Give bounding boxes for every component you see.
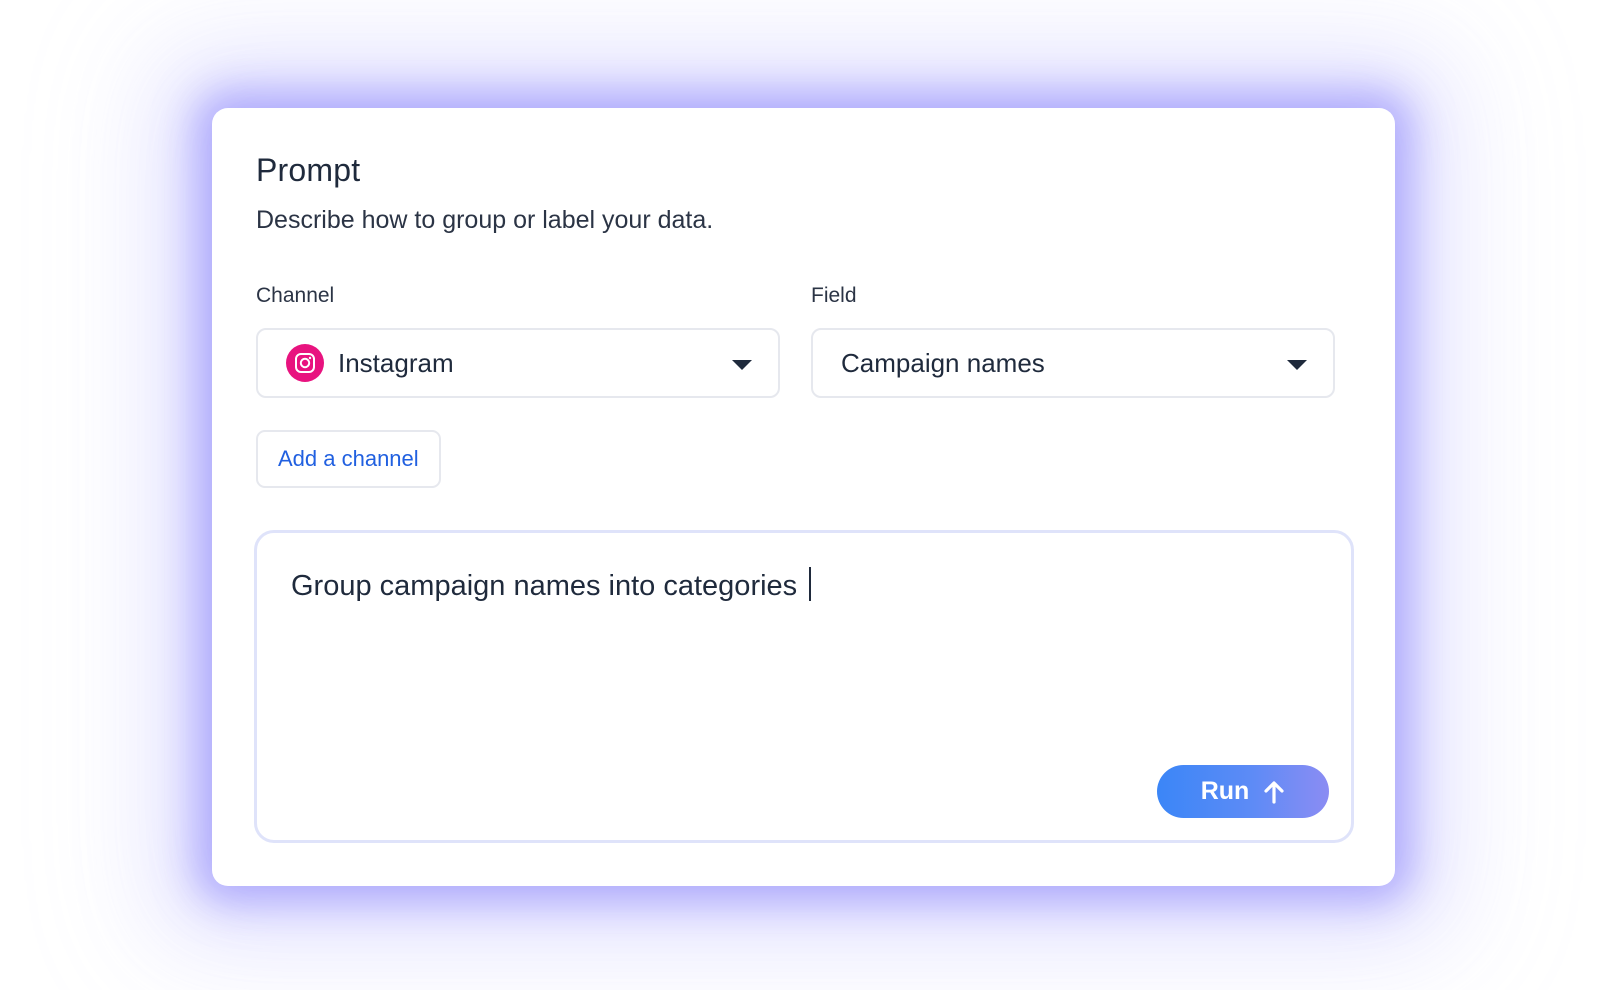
field-label: Field: [811, 284, 857, 307]
stage: Prompt Describe how to group or label yo…: [0, 0, 1600, 990]
text-cursor: [809, 567, 812, 601]
instagram-icon: [286, 344, 324, 382]
prompt-panel: Prompt Describe how to group or label yo…: [212, 108, 1395, 886]
prompt-text-wrapper: Group campaign names into categories: [291, 567, 812, 603]
channel-select[interactable]: Instagram: [256, 328, 780, 398]
field-selected-value: Campaign names: [841, 347, 1045, 378]
run-button-label: Run: [1200, 777, 1250, 805]
channel-label: Channel: [256, 284, 335, 307]
run-button[interactable]: Run: [1157, 765, 1329, 818]
panel-subtitle: Describe how to group or label your data…: [256, 206, 714, 234]
channel-selected-value: Instagram: [338, 347, 454, 378]
prompt-text: Group campaign names into categories: [291, 570, 798, 602]
arrow-up-icon: [1263, 780, 1285, 804]
chevron-down-icon: [732, 360, 752, 370]
prompt-input[interactable]: Group campaign names into categories Run: [254, 530, 1354, 843]
panel-title: Prompt: [256, 152, 361, 188]
field-select[interactable]: Campaign names: [811, 328, 1335, 398]
chevron-down-icon: [1287, 360, 1307, 370]
add-channel-button[interactable]: Add a channel: [256, 430, 441, 488]
